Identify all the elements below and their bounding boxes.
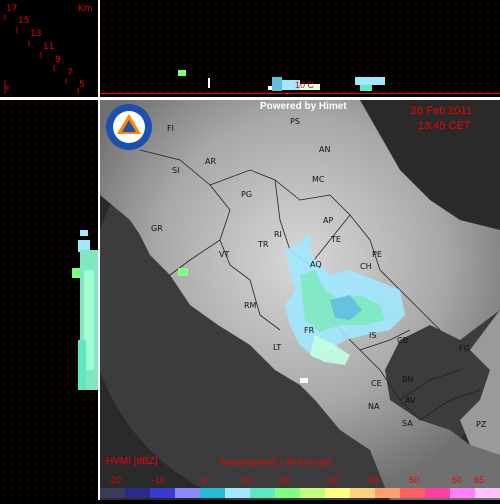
radar-time: 13:45 CET xyxy=(418,120,471,132)
freezing-level-tag: 10 C xyxy=(295,80,315,90)
legend-color-cell xyxy=(400,488,425,498)
legend-ticks: -20 -10 0 10 20 30 40 50 60 65 xyxy=(100,475,500,487)
city-label: RM xyxy=(244,301,257,310)
legend-color-cell xyxy=(350,488,375,498)
legend-tick: -20 xyxy=(108,475,122,485)
legend-color-cell xyxy=(200,488,225,498)
svg-text:ꟹ: ꟹ xyxy=(4,85,10,95)
legend-color-cell xyxy=(275,488,300,498)
city-label: AQ xyxy=(310,260,322,269)
legend-tick: 10 xyxy=(241,475,252,485)
city-label: LT xyxy=(273,343,282,352)
legend-color-cell xyxy=(250,488,275,498)
powered-by-text: Powered by Himet xyxy=(260,101,347,112)
freezing-level-label: Freezing level 1.40 Km (asl) xyxy=(220,457,333,467)
city-label: MC xyxy=(312,175,325,184)
map-base xyxy=(100,100,500,500)
legend-color-cell xyxy=(100,488,125,498)
legend-color-cell xyxy=(125,488,150,498)
city-label: PG xyxy=(241,190,253,199)
altitude-scale-panel: 17 15 13 11 9 7 5 Km ꟹ xyxy=(0,0,98,97)
legend-tick: 30 xyxy=(328,475,339,485)
altitude-steps: ꟹ xyxy=(4,14,79,95)
legend-tick: -10 xyxy=(152,475,166,485)
legend-color-cell xyxy=(325,488,350,498)
city-label: GR xyxy=(151,224,163,233)
city-label: PZ xyxy=(476,420,487,429)
city-label: FG xyxy=(459,344,470,353)
city-label: AR xyxy=(205,157,217,166)
radar-date: 28 Feb 2011 xyxy=(411,105,472,117)
city-label: TE xyxy=(331,235,341,244)
legend-tick: 40 xyxy=(368,475,379,485)
legend-color-cell xyxy=(150,488,175,498)
legend-tick: 0 xyxy=(202,475,208,485)
city-label: CE xyxy=(371,379,382,388)
city-label: CB xyxy=(397,336,409,345)
freezing-level-line xyxy=(100,93,500,94)
legend-color-cell xyxy=(300,488,325,498)
legend-color-cell xyxy=(225,488,250,498)
legend-tick: 50 xyxy=(409,475,420,485)
legend-color-cell xyxy=(475,488,500,498)
city-label: AN xyxy=(319,145,331,154)
city-label: PS xyxy=(290,117,300,126)
ns-profile-echoes xyxy=(72,230,98,390)
product-label: HVMI [dBZ] xyxy=(106,456,158,467)
legend-color-cell xyxy=(425,488,450,498)
legend-tick: 20 xyxy=(280,475,291,485)
legend-color-cell xyxy=(175,488,200,498)
legend-color-cell xyxy=(450,488,475,498)
legend-color-cell xyxy=(375,488,400,498)
ns-profile-panel xyxy=(0,100,98,500)
city-label: FR xyxy=(304,326,315,335)
city-label: BN xyxy=(402,375,414,384)
city-label: PE xyxy=(372,250,382,259)
city-label: TR xyxy=(258,240,269,249)
city-label: AP xyxy=(323,216,334,225)
legend-tick: 60 xyxy=(452,475,463,485)
legend-tick: 65 xyxy=(474,475,485,485)
city-label: VT xyxy=(219,250,230,259)
city-label: SI xyxy=(172,166,180,175)
city-label: CH xyxy=(360,262,372,271)
city-label: RI xyxy=(274,230,282,239)
radar-map: Powered by Himet 28 Feb 2011 13:45 CET P… xyxy=(100,100,500,500)
city-label: IS xyxy=(369,331,377,340)
city-label: FI xyxy=(167,124,174,133)
city-label: NA xyxy=(368,402,380,411)
legend-colorbar xyxy=(100,488,500,498)
city-label: AV xyxy=(405,396,416,405)
city-label: SA xyxy=(402,419,413,428)
